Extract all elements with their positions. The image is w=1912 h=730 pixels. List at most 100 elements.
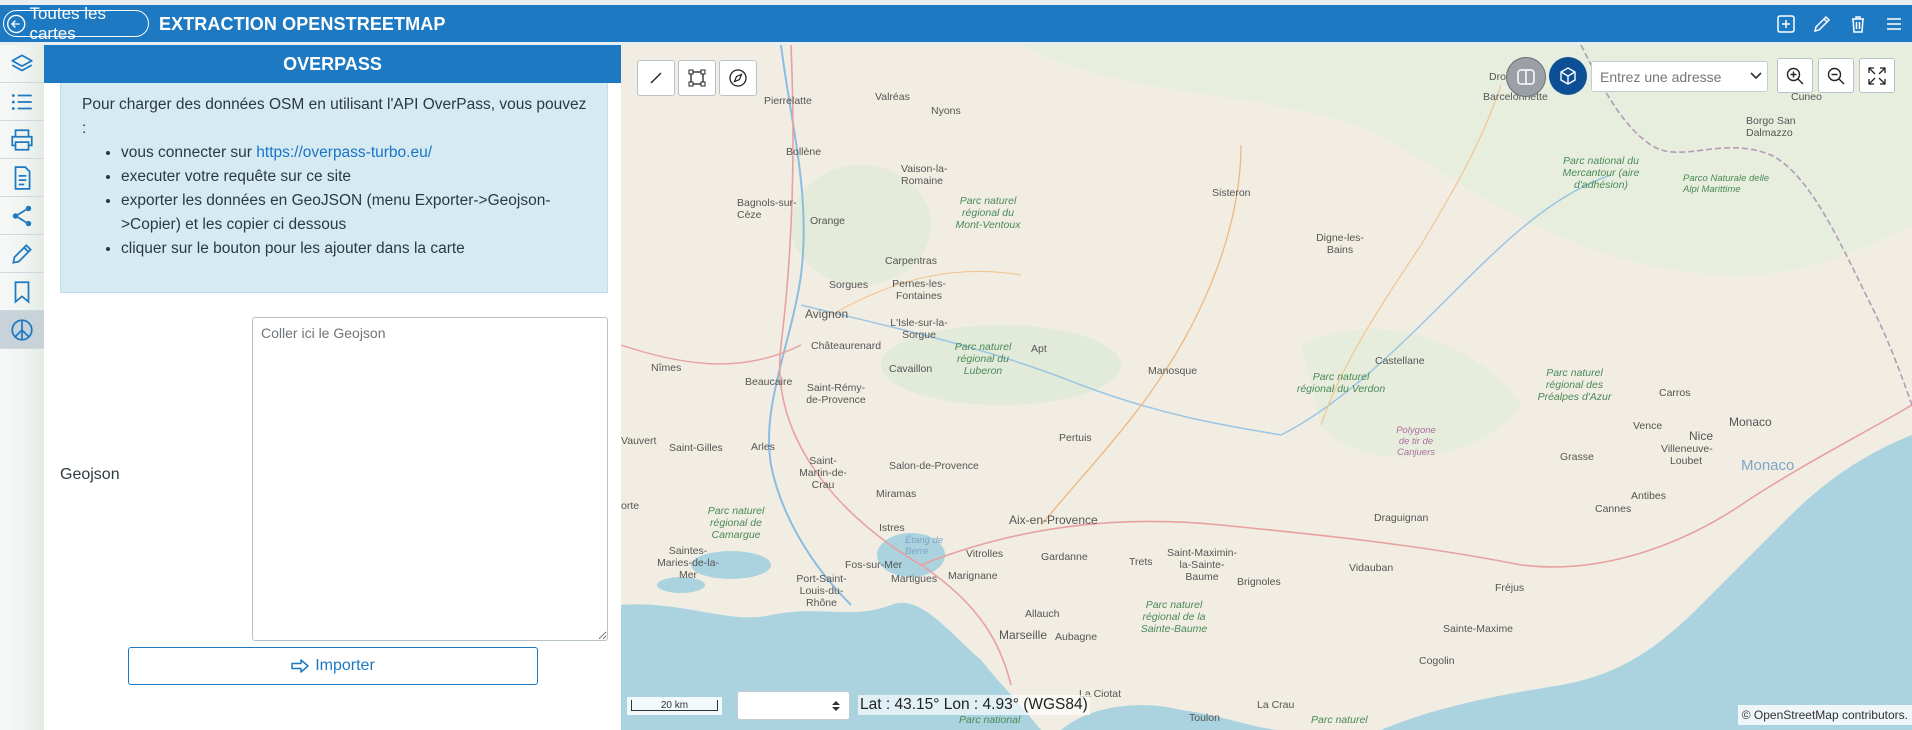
map-place-label: Port-Saint-Louis-du-Rhône (796, 573, 847, 609)
map-place-label: Vence (1633, 420, 1663, 432)
scale-label: 20 km (631, 700, 718, 711)
map-place-label: Grasse (1560, 451, 1594, 463)
split-view-button[interactable] (1506, 57, 1546, 97)
peace-icon (11, 318, 33, 341)
map-place-label: Parc naturel régional du Mont-Ventoux (955, 195, 1021, 231)
zoom-in-button[interactable] (1777, 58, 1813, 93)
rail-bookmark[interactable] (0, 273, 44, 311)
menu-icon (1887, 18, 1901, 30)
map-place-label: Parc national du Mercantour (aire d'adhé… (1562, 155, 1640, 191)
cursor-coordinates: Lat : 43.15° Lon : 4.93° (WGS84) (858, 695, 1090, 715)
projection-select[interactable] (737, 691, 850, 720)
edit-icon (1813, 15, 1831, 33)
geojson-label: Geojson (60, 466, 120, 483)
rail-overpass[interactable] (0, 311, 44, 349)
fullscreen-button[interactable] (1859, 58, 1895, 93)
instructions-box: Pour charger des données OSM en utilisan… (60, 83, 608, 293)
map-place-label: Aix-en-Provence (1009, 513, 1098, 527)
map-place-label: Parc naturel (1311, 714, 1368, 726)
list-item: cliquer sur le bouton pour les ajouter d… (121, 237, 587, 261)
3d-view-button[interactable] (1549, 57, 1587, 95)
map-place-label: Parc naturel régional du Luberon (954, 341, 1012, 377)
compass-button[interactable] (719, 60, 757, 96)
map-view[interactable]: Drones Barcelonnette Valréas Nyons Pierr… (621, 45, 1912, 730)
rail-document[interactable] (0, 159, 44, 197)
edit-button[interactable] (1804, 13, 1840, 35)
map-place-label: Carpentras (885, 255, 937, 267)
map-place-label: Beaucaire (745, 376, 793, 388)
back-arrow-icon (7, 14, 26, 33)
select-box-icon (688, 69, 706, 87)
map-place-label: Saint-Maximin-la-Sainte-Baume (1167, 547, 1238, 583)
rail-list[interactable] (0, 83, 44, 121)
map-place-label: Monaco (1729, 415, 1772, 429)
fullscreen-icon (1868, 66, 1886, 85)
zoom-out-button[interactable] (1818, 58, 1854, 93)
map-place-label: Pertuis (1059, 432, 1092, 444)
map-place-label: Fréjus (1495, 582, 1525, 594)
rail-share[interactable] (0, 197, 44, 235)
map-place-label: La Crau (1257, 699, 1295, 711)
sort-arrows-icon (832, 701, 840, 711)
scale-bar: 20 km (627, 697, 722, 715)
import-label: Importer (315, 657, 375, 674)
map-place-label: Sisteron (1212, 187, 1251, 199)
map-place-label: Fos-sur-Mer (845, 559, 903, 571)
map-place-label: Allauch (1025, 608, 1060, 620)
map-place-label: Salon-de-Provence (889, 460, 979, 472)
menu-button[interactable] (1876, 13, 1912, 35)
top-bar: Toutes les cartes EXTRACTION OPENSTREETM… (0, 4, 1912, 43)
share-icon (12, 205, 32, 226)
rail-print[interactable] (0, 121, 44, 159)
map-place-label: Carros (1659, 387, 1691, 399)
map-place-label: Parc naturel régional de Camargue (707, 505, 765, 541)
map-place-label: Nice (1689, 429, 1714, 443)
map-place-label: Bagnols-sur-Cèze (737, 197, 797, 221)
map-place-label: Sainte-Maxime (1443, 623, 1514, 635)
map-place-label: Apt (1031, 343, 1047, 355)
back-label: Toutes les cartes (29, 3, 106, 43)
step-text: vous connecter sur (121, 144, 257, 161)
map-place-label: Nîmes (651, 362, 682, 374)
map-place-label: Saintes-Maries-de-la-Mer (657, 545, 719, 581)
rail-draw[interactable] (0, 235, 44, 273)
select-box-button[interactable] (678, 60, 716, 96)
split-view-icon (1517, 69, 1535, 85)
address-search-input[interactable] (1591, 61, 1768, 92)
rail-layers[interactable] (0, 45, 44, 83)
pencil-icon (12, 243, 32, 264)
zoom-in-icon (1786, 67, 1804, 84)
map-place-label: Châteaurenard (811, 340, 882, 352)
draw-line-button[interactable] (637, 60, 675, 96)
overpass-panel: OVERPASS Pour charger des données OSM en… (44, 45, 621, 730)
map-attribution[interactable]: © OpenStreetMap contributors. (1737, 705, 1912, 725)
map-place-label: Cavaillon (889, 363, 933, 375)
map-place-label: Aubagne (1055, 631, 1098, 643)
map-place-label: Vaison-la-Romaine (901, 163, 948, 187)
map-place-label: Martigues (891, 573, 938, 585)
bookmark-icon (14, 280, 30, 304)
map-place-label: Castellane (1375, 355, 1425, 367)
map-place-label: Arles (751, 441, 775, 453)
map-place-label: Pernes-les-Fontaines (892, 278, 946, 302)
map-place-label: Marseille (999, 628, 1048, 642)
map-place-label: Vitrolles (966, 548, 1004, 560)
map-place-label: Digne-les-Bains (1316, 232, 1364, 256)
map-place-label: Antibes (1631, 490, 1667, 502)
delete-button[interactable] (1840, 13, 1876, 35)
import-button[interactable]: Importer (128, 647, 538, 685)
add-button[interactable] (1768, 13, 1804, 35)
map-place-label: Trets (1129, 556, 1153, 568)
map-place-label: orte (621, 500, 640, 512)
compass-icon (729, 69, 747, 87)
back-to-all-maps-button[interactable]: Toutes les cartes (3, 4, 149, 43)
map-place-label: Toulon (1189, 712, 1220, 724)
map-place-label: Avignon (805, 307, 849, 321)
map-place-label: Cannes (1595, 503, 1632, 515)
map-place-label: Parc naturel régional des Préalpes d'Azu… (1537, 367, 1612, 403)
arrow-right-icon (291, 659, 309, 673)
map-place-label: Miramas (876, 488, 917, 500)
overpass-link[interactable]: https://overpass-turbo.eu/ (256, 144, 432, 161)
map-place-label: Vidauban (1349, 562, 1394, 574)
geojson-textarea[interactable] (252, 317, 608, 641)
